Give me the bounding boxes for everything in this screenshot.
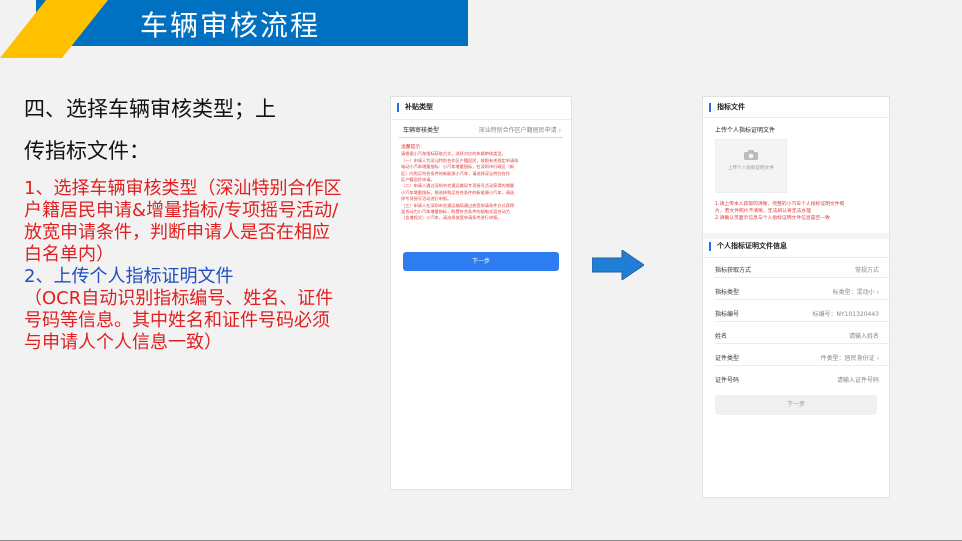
description-item-1: 1、选择车辆审核类型（深汕特别合作区户籍居民申请&增量指标/专项摇号活动/放宽申…	[24, 178, 342, 265]
section-title: 指标文件	[709, 103, 745, 112]
heading-line-2: 传指标文件：	[24, 139, 150, 163]
field-value: 标编号：NY101320443	[812, 311, 879, 318]
camera-icon	[744, 150, 758, 160]
field-label: 指标获取方式	[715, 267, 752, 274]
field-label: 指标类型	[715, 289, 740, 296]
tip-line: （含增程式）小汽车，请选择放宽申请条件进行申报。	[401, 215, 502, 221]
upload-note-line: 片，若文件照片不清晰、无法辨认将无法办理	[715, 209, 811, 214]
upload-label: 上传个人指标证明文件	[715, 127, 776, 134]
audit-type-select[interactable]: 车辆审核类型 深汕特别合作区户籍居民申请 ›	[403, 125, 561, 134]
upload-photo-box[interactable]: 上传个人指标证明文件	[715, 139, 787, 193]
phone-screen-type-select: 补贴类型 车辆审核类型 深汕特别合作区户籍居民申请 › 温馨提示: 请根据小汽车…	[390, 96, 572, 490]
divider	[391, 119, 571, 120]
divider	[715, 343, 889, 344]
description-item-2-detail: （OCR自动识别指标编号、姓名、证件号码等信息。其中姓名和证件号码必须与申请人个…	[24, 288, 334, 353]
field-label: 证件号码	[715, 377, 740, 384]
upload-note-line: 1.请上传本人获取的清晰、完整的小汽车个人指标证明文件照	[715, 202, 845, 207]
field-value: 请输入姓名	[848, 333, 879, 340]
divider	[715, 299, 889, 300]
field-indicator-type[interactable]: 指标类型 标类型：混动小 ›	[715, 287, 879, 296]
phone-screen-upload: 指标文件 上传个人指标证明文件 上传个人指标证明文件 1.请上传本人获取的清晰、…	[702, 96, 890, 498]
field-id-type[interactable]: 证件类型 件类型：居民身份证 ›	[715, 353, 879, 362]
field-value-wrap: 标类型：混动小 ›	[832, 289, 879, 296]
field-id-number[interactable]: 证件号码 请输入证件号码	[715, 375, 879, 384]
upload-note-line: 2.请确认页面示信息与个人指标证明文件信息是否一致	[715, 216, 830, 221]
divider	[715, 365, 889, 366]
section-gap	[703, 233, 889, 239]
field-label: 指标编号	[715, 311, 740, 318]
field-value: 请输入证件号码	[836, 377, 879, 384]
description-item-2: 2、上传个人指标证明文件	[24, 266, 234, 287]
field-value: 常规方式	[854, 267, 879, 274]
section-title: 补贴类型	[397, 103, 433, 112]
right-arrow-icon	[592, 250, 644, 280]
audit-type-value: 深汕特别合作区户籍居民申请 ›	[478, 127, 561, 134]
slide: 车辆审核流程 四、选择车辆审核类型；上 传指标文件： 1、选择车辆审核类型（深汕…	[0, 0, 962, 541]
field-indicator-number[interactable]: 指标编号 标编号：NY101320443	[715, 309, 879, 318]
field-label: 姓名	[715, 333, 728, 340]
next-button[interactable]: 下一步	[403, 252, 559, 271]
upload-box-label: 上传个人指标证明文件	[728, 166, 774, 171]
upload-notes: 1.请上传本人获取的清晰、完整的小汽车个人指标证明文件照 片，若文件照片不清晰、…	[715, 201, 881, 222]
chevron-right-icon: ›	[876, 355, 879, 362]
info-section-title: 个人指标证明文件信息	[709, 242, 787, 251]
divider	[715, 321, 889, 322]
field-acquire-method[interactable]: 指标获取方式 常规方式	[715, 265, 879, 274]
section-heading: 四、选择车辆审核类型；上 传指标文件：	[24, 88, 354, 172]
audit-type-label: 车辆审核类型	[403, 127, 440, 134]
page-title: 车辆审核流程	[140, 9, 321, 42]
divider	[703, 117, 889, 118]
divider	[703, 257, 889, 258]
field-value-wrap: 件类型：居民身份证 ›	[820, 355, 879, 362]
tip-block: 温馨提示: 请根据小汽车指标获取方式，选择对应的车辆审核类型。 （一）申请人为深…	[401, 145, 561, 222]
description: 1、选择车辆审核类型（深汕特别合作区户籍居民申请&增量指标/专项摇号活动/放宽申…	[24, 178, 344, 354]
divider	[399, 137, 563, 138]
chevron-right-icon: ›	[558, 127, 561, 134]
chevron-right-icon: ›	[876, 289, 879, 296]
heading-line-1: 四、选择车辆审核类型；上	[24, 97, 276, 121]
field-label: 证件类型	[715, 355, 740, 362]
divider	[715, 277, 889, 278]
next-button[interactable]: 下一步	[715, 395, 877, 415]
field-name[interactable]: 姓名 请输入姓名	[715, 331, 879, 340]
